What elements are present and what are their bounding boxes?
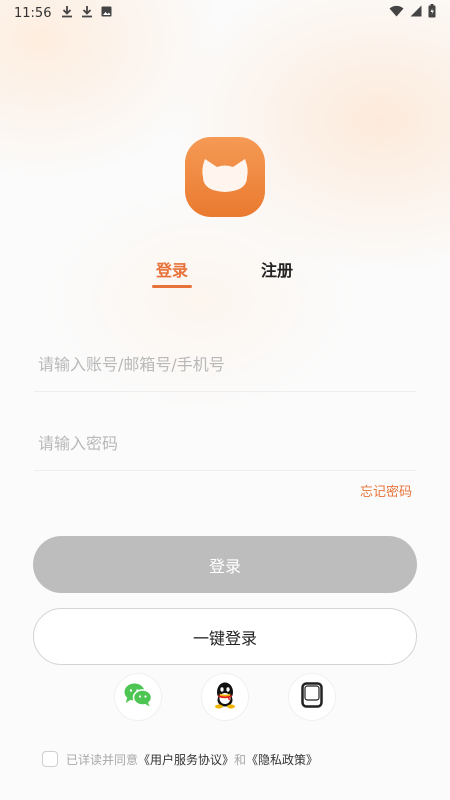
password-input[interactable] [34, 417, 416, 470]
status-bar: 11:56 [0, 0, 450, 26]
wechat-login-button[interactable] [114, 673, 162, 721]
photo-icon [101, 6, 112, 21]
qq-login-button[interactable] [201, 673, 249, 721]
app-logo [185, 137, 265, 217]
password-field-container [34, 417, 416, 471]
qq-icon [213, 681, 237, 713]
privacy-policy-link[interactable]: 《隐私政策》 [246, 751, 318, 768]
tab-active-indicator [152, 285, 192, 288]
download-icon [81, 5, 93, 22]
device-icon [301, 682, 323, 712]
tab-login[interactable]: 登录 [150, 257, 194, 281]
wifi-icon [389, 5, 404, 21]
user-service-agreement-link[interactable]: 《用户服务协议》 [138, 751, 234, 768]
agreement-prefix: 已详读并同意 [66, 752, 139, 767]
cat-face-icon [199, 155, 251, 199]
agreement-checkbox[interactable] [42, 751, 58, 767]
wechat-icon [123, 682, 153, 712]
auth-tabs: 登录 注册 [0, 255, 450, 295]
agreement-and: 和 [234, 752, 247, 767]
one-key-login-button[interactable]: 一键登录 [33, 608, 417, 665]
download-icon [61, 5, 73, 22]
account-input[interactable] [34, 338, 416, 391]
tab-register[interactable]: 注册 [255, 257, 299, 281]
login-button[interactable]: 登录 [33, 536, 417, 593]
battery-icon [428, 4, 436, 22]
device-login-button[interactable] [288, 673, 336, 721]
status-time: 11:56 [14, 5, 52, 21]
status-right-icons [389, 4, 436, 22]
signal-icon [410, 5, 422, 21]
account-field-container [34, 338, 416, 392]
forgot-password-link[interactable]: 忘记密码 [360, 481, 412, 500]
agreement-row: 已详读并同意 《用户服务协议》 和 《隐私政策》 [42, 749, 422, 769]
